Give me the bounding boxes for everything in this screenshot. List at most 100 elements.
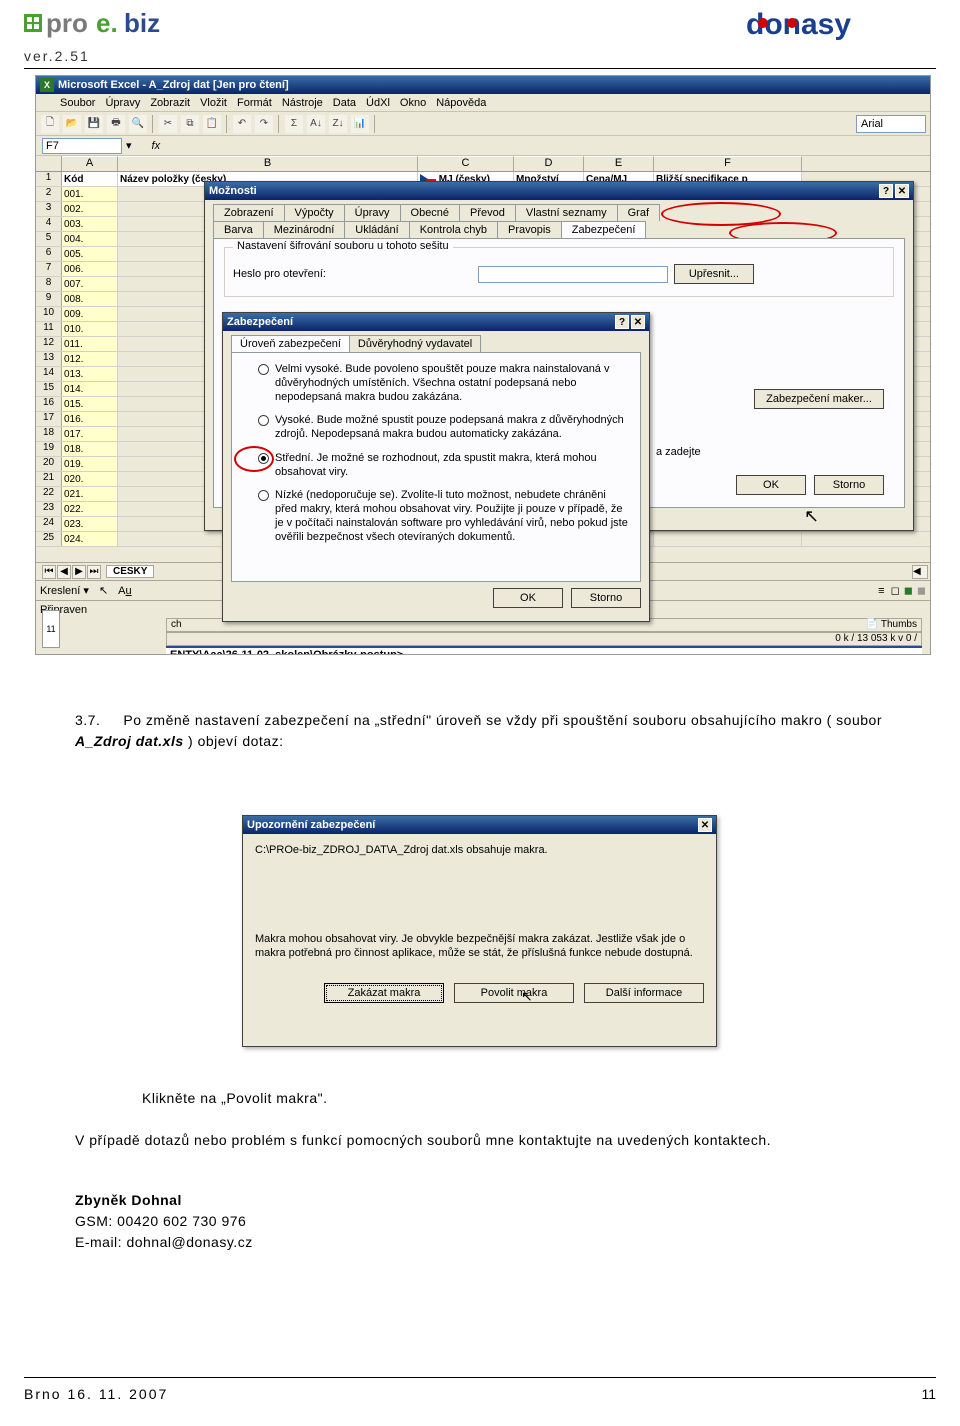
row-num[interactable]: 19 xyxy=(36,442,62,456)
row-num[interactable]: 1 xyxy=(36,172,62,186)
tab-ukladani[interactable]: Ukládání xyxy=(344,221,409,238)
sort-asc-icon[interactable]: A↓ xyxy=(306,114,326,134)
close-icon[interactable]: ✕ xyxy=(895,184,909,198)
cell[interactable]: 018. xyxy=(62,442,118,456)
redo-icon[interactable]: ↷ xyxy=(254,114,274,134)
close-icon[interactable]: ✕ xyxy=(698,818,712,832)
row-num[interactable]: 20 xyxy=(36,457,62,471)
scroll-left-icon[interactable]: ◀ xyxy=(912,565,928,579)
tab-vlastni-seznamy[interactable]: Vlastní seznamy xyxy=(515,204,618,221)
btn-storno[interactable]: Storno xyxy=(814,475,884,495)
btn-ok[interactable]: OK xyxy=(493,588,563,608)
cell[interactable]: 019. xyxy=(62,457,118,471)
tab-zobrazeni[interactable]: Zobrazení xyxy=(213,204,285,221)
excel-menubar[interactable]: Soubor Úpravy Zobrazit Vložit Formát Nás… xyxy=(36,94,930,112)
copy-icon[interactable]: ⧉ xyxy=(180,114,200,134)
radio-vysoke[interactable]: Vysoké. Bude možné spustit pouze podepsa… xyxy=(258,414,630,442)
row-num[interactable]: 24 xyxy=(36,517,62,531)
preview-icon[interactable]: 🔍 xyxy=(128,114,148,134)
row-num[interactable]: 4 xyxy=(36,217,62,231)
menu-upravy[interactable]: Úpravy xyxy=(105,97,140,109)
cell[interactable]: 007. xyxy=(62,277,118,291)
autoshapes-label[interactable]: Au xyxy=(118,585,131,597)
save-icon[interactable]: 💾 xyxy=(84,114,104,134)
cut-icon[interactable]: ✂ xyxy=(158,114,178,134)
btn-dalsi-informace[interactable]: Další informace xyxy=(584,983,704,1003)
cell[interactable]: 003. xyxy=(62,217,118,231)
radio-icon[interactable] xyxy=(258,490,269,501)
font-name-box[interactable]: Arial xyxy=(856,115,926,133)
btn-povolit-makra[interactable]: Povolit makra xyxy=(454,983,574,1003)
col-D[interactable]: D xyxy=(514,156,584,171)
input-heslo[interactable] xyxy=(478,266,668,283)
zab-tabs[interactable]: Úroveň zabezpečení Důvěryhodný vydavatel xyxy=(231,335,641,352)
radio-velmi-vysoke[interactable]: Velmi vysoké. Bude povoleno spouštět pou… xyxy=(258,363,630,404)
row-num[interactable]: 12 xyxy=(36,337,62,351)
menu-vlozit[interactable]: Vložit xyxy=(200,97,227,109)
row-num[interactable]: 10 xyxy=(36,307,62,321)
excel-toolbar[interactable]: 🗋 📂 💾 🖶 🔍 ✂ ⧉ 📋 ↶ ↷ Σ A↓ Z↓ 📊 Arial xyxy=(36,112,930,136)
menu-okno[interactable]: Okno xyxy=(400,97,426,109)
row-num[interactable]: 8 xyxy=(36,277,62,291)
cell[interactable]: 001. xyxy=(62,187,118,201)
menu-udxl[interactable]: ÚdXl xyxy=(366,97,390,109)
row-num[interactable]: 2 xyxy=(36,187,62,201)
col-A[interactable]: A xyxy=(62,156,118,171)
radio-nizke[interactable]: Nízké (nedoporučuje se). Zvolíte-li tuto… xyxy=(258,489,630,544)
cell[interactable]: 016. xyxy=(62,412,118,426)
row-num[interactable]: 22 xyxy=(36,487,62,501)
undo-icon[interactable]: ↶ xyxy=(232,114,252,134)
btn-zabezpeceni-maker[interactable]: Zabezpečení maker... xyxy=(754,389,884,409)
tab-zabezpeceni[interactable]: Zabezpečení xyxy=(561,221,647,238)
cell[interactable]: 004. xyxy=(62,232,118,246)
row-num[interactable]: 21 xyxy=(36,472,62,486)
cell[interactable]: 022. xyxy=(62,502,118,516)
row-num[interactable]: 7 xyxy=(36,262,62,276)
tab-vypocty[interactable]: Výpočty xyxy=(284,204,345,221)
tab-upravy[interactable]: Úpravy xyxy=(344,204,401,221)
nav-next-icon[interactable]: ▶ xyxy=(72,565,86,579)
row-num[interactable]: 6 xyxy=(36,247,62,261)
col-C[interactable]: C xyxy=(418,156,514,171)
row-num[interactable]: 9 xyxy=(36,292,62,306)
menu-zobrazit[interactable]: Zobrazit xyxy=(150,97,190,109)
help-icon[interactable]: ? xyxy=(615,315,629,329)
row-num[interactable]: 18 xyxy=(36,427,62,441)
cell[interactable]: 015. xyxy=(62,397,118,411)
tab-prevod[interactable]: Převod xyxy=(459,204,516,221)
cell[interactable]: 010. xyxy=(62,322,118,336)
tab-pravopis[interactable]: Pravopis xyxy=(497,221,562,238)
nav-prev-icon[interactable]: ◀ xyxy=(57,565,71,579)
new-icon[interactable]: 🗋 xyxy=(40,114,60,134)
menu-nastroje[interactable]: Nástroje xyxy=(282,97,323,109)
tabs-row-1[interactable]: Zobrazení Výpočty Úpravy Obecné Převod V… xyxy=(205,200,913,221)
col-E[interactable]: E xyxy=(584,156,654,171)
row-num[interactable]: 13 xyxy=(36,352,62,366)
sort-desc-icon[interactable]: Z↓ xyxy=(328,114,348,134)
cell[interactable]: 008. xyxy=(62,292,118,306)
menu-napoveda[interactable]: Nápověda xyxy=(436,97,486,109)
col-F[interactable]: F xyxy=(654,156,802,171)
cell[interactable]: 017. xyxy=(62,427,118,441)
tab-graf[interactable]: Graf xyxy=(617,204,660,221)
btn-zakazat-makra[interactable]: Zakázat makra xyxy=(324,983,444,1003)
row-num[interactable]: 23 xyxy=(36,502,62,516)
radio-stredni[interactable]: Střední. Je možné se rozhodnout, zda spu… xyxy=(258,452,630,480)
shape-green-icon[interactable]: ◼ xyxy=(904,584,913,597)
btn-ok[interactable]: OK xyxy=(736,475,806,495)
btn-upresnit[interactable]: Upřesnit... xyxy=(674,264,754,284)
cell-A1[interactable]: Kód xyxy=(62,172,118,186)
name-box[interactable]: F7 xyxy=(42,138,122,154)
radio-icon[interactable] xyxy=(258,364,269,375)
sheet-tab-cesky[interactable]: CESKY xyxy=(106,565,154,578)
cell[interactable]: 005. xyxy=(62,247,118,261)
radio-icon[interactable] xyxy=(258,453,269,464)
cell[interactable]: 006. xyxy=(62,262,118,276)
cell[interactable]: 024. xyxy=(62,532,118,546)
tab-obecne[interactable]: Obecné xyxy=(400,204,461,221)
menu-soubor[interactable]: Soubor xyxy=(60,97,95,109)
draw-label[interactable]: Kreslení xyxy=(40,585,80,597)
row-num[interactable]: 17 xyxy=(36,412,62,426)
shape-icon[interactable]: ◻ xyxy=(891,584,900,597)
close-icon[interactable]: ✕ xyxy=(631,315,645,329)
